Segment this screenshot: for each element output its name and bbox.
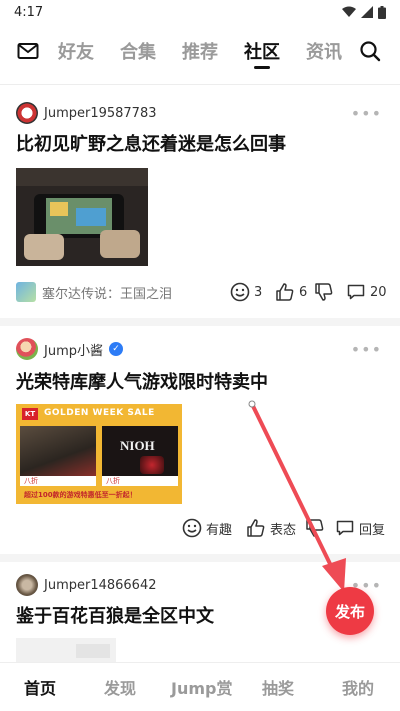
bottom-nav-home[interactable]: 首页 (24, 675, 56, 699)
bottom-nav-lottery[interactable]: 抽奖 (262, 675, 294, 699)
bottom-nav: 首页 发现 Jump赏 抽奖 我的 (0, 662, 400, 711)
bottom-nav-discover[interactable]: 发现 (104, 675, 136, 699)
bottom-nav-me[interactable]: 我的 (342, 675, 374, 699)
publish-button[interactable]: 发布 (326, 587, 374, 635)
bottom-nav-jump-reward[interactable]: Jump赏 (171, 675, 232, 699)
